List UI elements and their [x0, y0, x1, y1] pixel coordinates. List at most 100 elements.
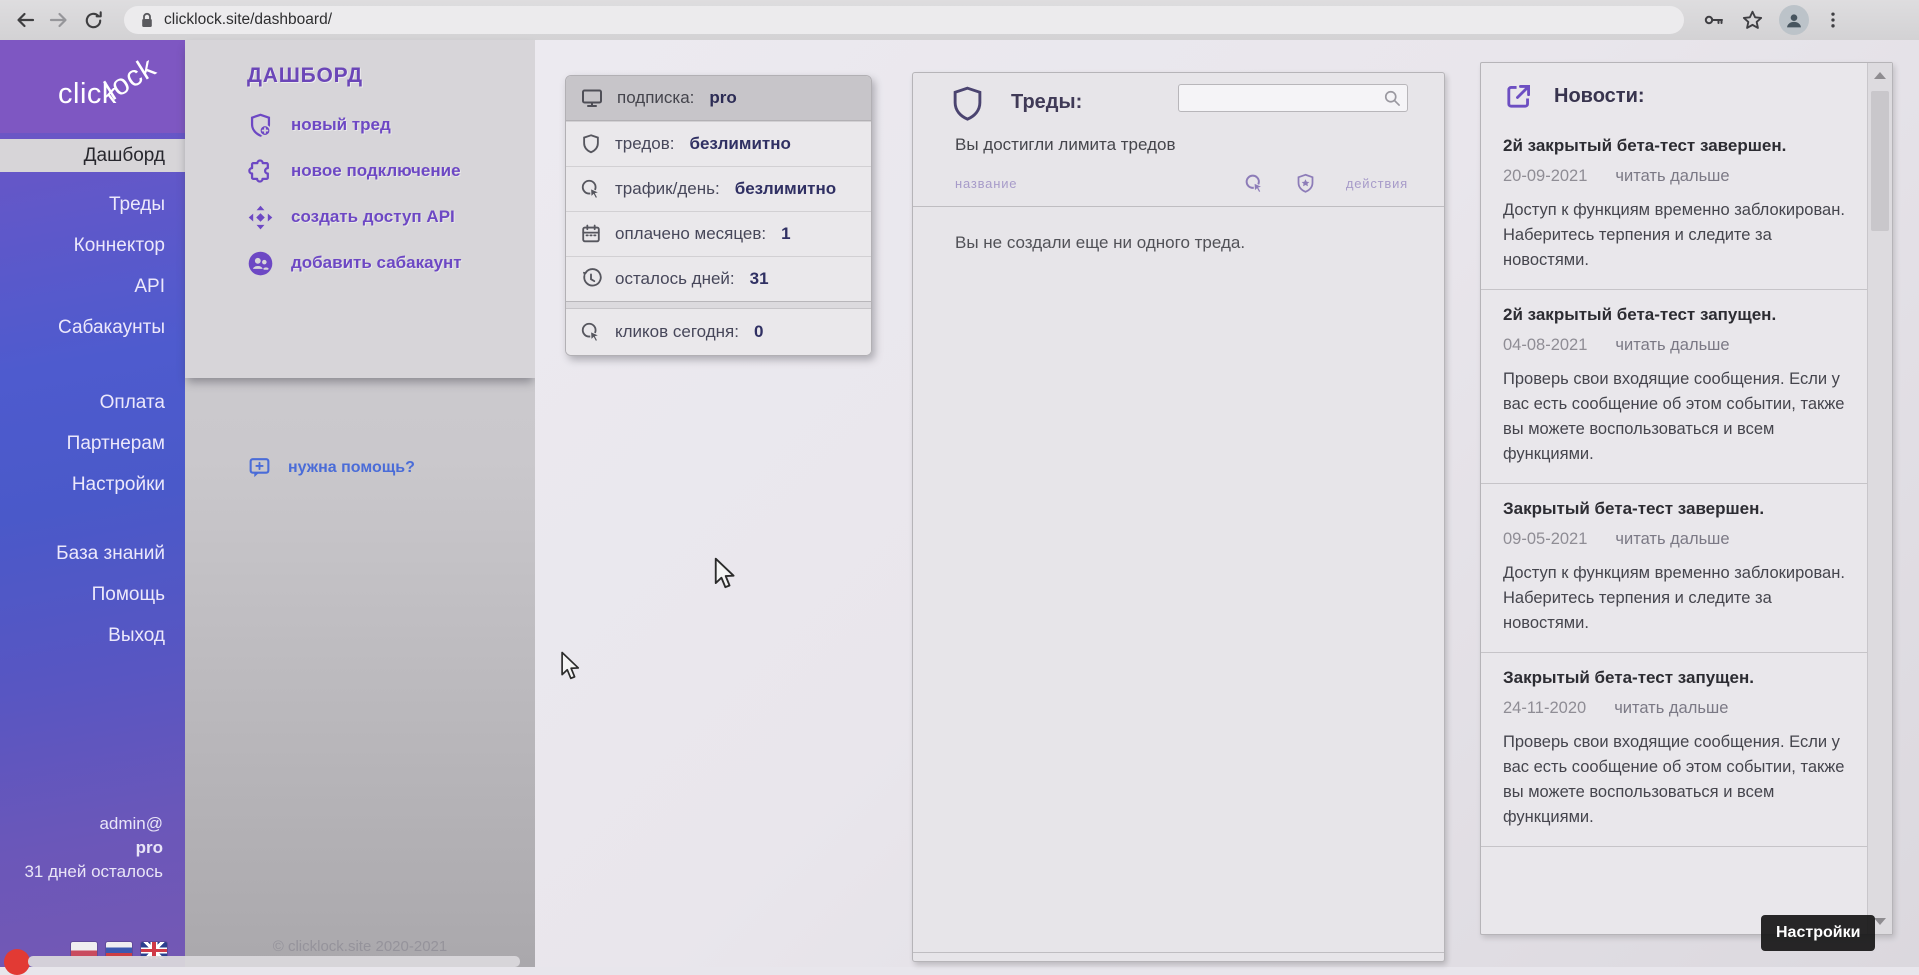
- news-item-title: Закрытый бета-тест завершен.: [1503, 499, 1847, 519]
- news-item-meta: 09-05-2021 читать дальше: [1503, 530, 1847, 549]
- news-item-body: Доступ к функциям временно заблокирован.…: [1503, 198, 1847, 273]
- row-value: 31: [750, 269, 769, 289]
- threads-table-header: название действия: [955, 173, 1408, 194]
- sidebar: clicklock Дашборд Треды Коннектор API Са…: [0, 40, 185, 967]
- news-item: 2й закрытый бета-тест запущен. 04-08-202…: [1481, 290, 1867, 484]
- dashboard-quick-panel: ДАШБОРД новый тред новое подключение соз…: [185, 40, 535, 967]
- back-button[interactable]: [8, 3, 42, 37]
- player-progress-bar[interactable]: [28, 956, 520, 967]
- nav-spacer: [0, 505, 185, 533]
- row-value: 0: [754, 322, 763, 342]
- row-label: оплачено месяцев:: [615, 224, 766, 244]
- key-icon[interactable]: [1702, 8, 1726, 32]
- url-text: clicklock.site/dashboard/: [164, 11, 332, 29]
- news-item-title: 2й закрытый бета-тест запущен.: [1503, 305, 1847, 325]
- traffic-row: трафик/день: безлимитно: [566, 166, 871, 211]
- bookmark-star-icon[interactable]: [1740, 8, 1765, 33]
- reload-icon: [82, 9, 105, 32]
- sidebar-item-subaccounts[interactable]: Сабакаунты: [0, 307, 185, 348]
- user-info: admin@ pro 31 дней осталось: [24, 812, 163, 884]
- read-more-link[interactable]: читать дальше: [1615, 530, 1729, 549]
- scrollbar-thumb[interactable]: [1871, 91, 1889, 231]
- create-api-access-button[interactable]: создать доступ API: [247, 194, 535, 240]
- row-label: осталось дней:: [615, 269, 735, 289]
- sidebar-item-settings[interactable]: Настройки: [0, 464, 185, 505]
- copyright-text: © clicklock.site 2020-2021: [185, 938, 535, 955]
- subscription-value: pro: [709, 88, 736, 108]
- create-api-access-label: создать доступ API: [291, 207, 455, 227]
- column-name: название: [955, 176, 1017, 191]
- row-value: безлимитно: [735, 179, 836, 199]
- threads-panel: Треды: Вы достигли лимита тредов названи…: [912, 72, 1445, 962]
- threads-search-input[interactable]: [1178, 84, 1408, 112]
- scroll-up-arrow-icon[interactable]: [1874, 72, 1886, 79]
- mouse-cursor: [712, 557, 738, 589]
- news-panel: Новости: 2й закрытый бета-тест завершен.…: [1480, 62, 1893, 935]
- address-bar[interactable]: clicklock.site/dashboard/: [124, 6, 1684, 34]
- nav-spacer: [0, 348, 185, 382]
- menu-kebab-icon[interactable]: [1823, 9, 1843, 31]
- sidebar-nav: Треды Коннектор API Сабакаунты Оплата Па…: [0, 172, 185, 656]
- sidebar-item-logout[interactable]: Выход: [0, 615, 185, 656]
- new-connection-label: новое подключение: [291, 161, 461, 181]
- main-content: подписка: pro тредов: безлимитно трафик/…: [535, 40, 1919, 967]
- news-item-body: Проверь свои входящие сообщения. Если у …: [1503, 730, 1847, 830]
- row-label: тредов:: [615, 134, 674, 154]
- sidebar-item-dashboard[interactable]: Дашборд: [0, 139, 185, 172]
- mouse-cursor-secondary: [559, 651, 582, 680]
- news-scrollbar[interactable]: [1867, 63, 1892, 934]
- sidebar-item-threads[interactable]: Треды: [0, 184, 185, 225]
- shield-star-icon: [1295, 173, 1316, 194]
- dashboard-actions-card: ДАШБОРД новый тред новое подключение соз…: [185, 40, 535, 378]
- record-dot: [4, 949, 30, 975]
- column-actions: действия: [1346, 176, 1408, 191]
- news-item-title: Закрытый бета-тест запущен.: [1503, 668, 1847, 688]
- reload-button[interactable]: [76, 3, 110, 37]
- settings-tooltip[interactable]: Настройки: [1761, 915, 1875, 951]
- profile-avatar[interactable]: [1779, 5, 1809, 35]
- read-more-link[interactable]: читать дальше: [1615, 336, 1729, 355]
- shield-plus-icon: [247, 112, 274, 139]
- news-item-body: Доступ к функциям временно заблокирован.…: [1503, 561, 1847, 636]
- calendar-icon: [580, 223, 602, 245]
- threads-table-body: Вы не создали еще ни одного треда.: [913, 206, 1444, 953]
- card-divider: [566, 301, 871, 309]
- subscription-label: подписка:: [617, 88, 694, 108]
- subaccount-icon: [247, 250, 274, 277]
- news-item: Закрытый бета-тест завершен. 09-05-2021 …: [1481, 484, 1867, 653]
- sidebar-item-partners[interactable]: Партнерам: [0, 423, 185, 464]
- quick-actions: новый тред новое подключение создать дос…: [247, 102, 535, 286]
- person-icon: [1783, 9, 1805, 31]
- row-value: безлимитно: [689, 134, 790, 154]
- new-thread-button[interactable]: новый тред: [247, 102, 535, 148]
- logo-block[interactable]: clicklock: [0, 40, 185, 133]
- cursor-click-icon: [1244, 173, 1265, 194]
- sidebar-item-knowledge-base[interactable]: База знаний: [0, 533, 185, 574]
- news-item-date: 09-05-2021: [1503, 530, 1587, 549]
- row-value: 1: [781, 224, 790, 244]
- browser-toolbar: clicklock.site/dashboard/: [0, 0, 1919, 40]
- threads-empty-message: Вы не создали еще ни одного треда.: [913, 207, 1444, 253]
- add-subaccount-button[interactable]: добавить сабакаунт: [247, 240, 535, 286]
- sidebar-item-api[interactable]: API: [0, 266, 185, 307]
- search-icon[interactable]: [1382, 88, 1402, 108]
- need-help-link[interactable]: нужна помощь?: [247, 455, 415, 480]
- sidebar-item-connector[interactable]: Коннектор: [0, 225, 185, 266]
- new-thread-label: новый тред: [291, 115, 391, 135]
- paid-months-row: оплачено месяцев: 1: [566, 211, 871, 256]
- news-list: 2й закрытый бета-тест завершен. 20-09-20…: [1481, 121, 1867, 934]
- forward-arrow-icon: [47, 8, 71, 32]
- shield-icon: [580, 133, 602, 155]
- news-item: Закрытый бета-тест запущен. 24-11-2020 ч…: [1481, 653, 1867, 847]
- read-more-link[interactable]: читать дальше: [1614, 699, 1728, 718]
- sidebar-item-payment[interactable]: Оплата: [0, 382, 185, 423]
- new-connection-button[interactable]: новое подключение: [247, 148, 535, 194]
- subscription-header: подписка: pro: [566, 76, 871, 121]
- threads-title: Треды:: [1011, 91, 1082, 114]
- row-label: кликов сегодня:: [615, 322, 739, 342]
- back-arrow-icon: [13, 8, 37, 32]
- forward-button[interactable]: [42, 3, 76, 37]
- sidebar-item-help[interactable]: Помощь: [0, 574, 185, 615]
- read-more-link[interactable]: читать дальше: [1615, 167, 1729, 186]
- scroll-down-arrow-icon[interactable]: [1874, 918, 1886, 925]
